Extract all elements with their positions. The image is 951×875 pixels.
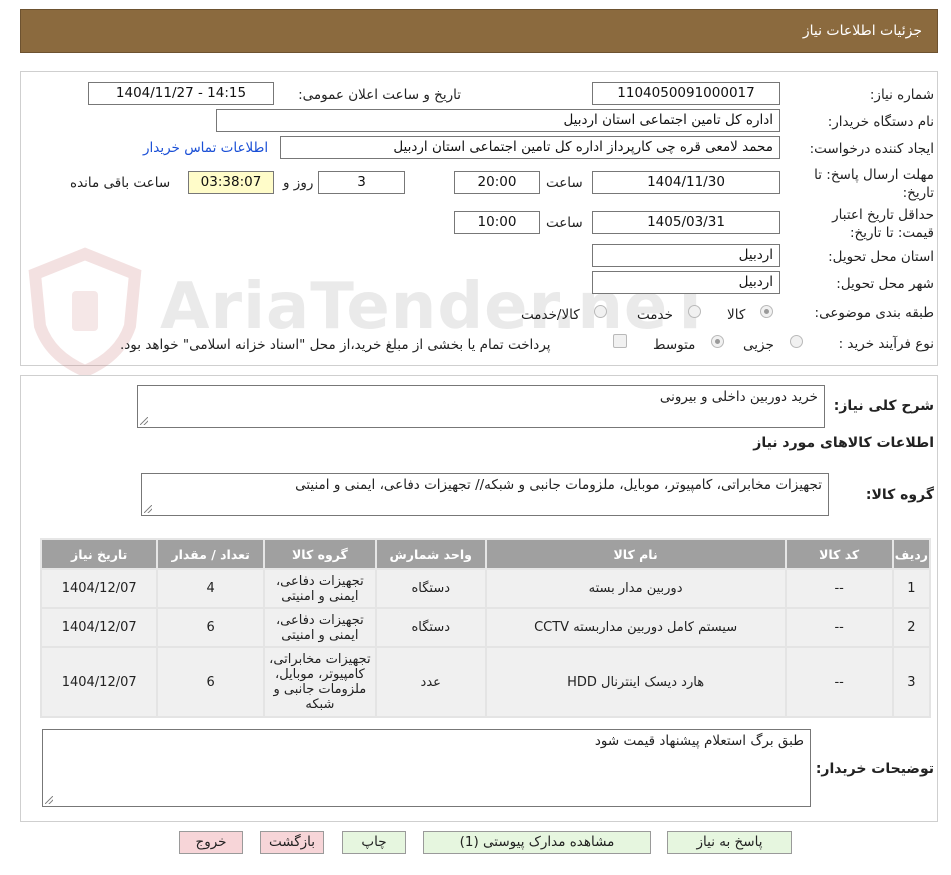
- buyer-label: نام دستگاه خریدار:: [827, 114, 934, 130]
- city-field: اردبیل: [592, 271, 780, 294]
- announce-label: تاریخ و ساعت اعلان عمومی:: [298, 87, 461, 103]
- category-label: طبقه بندی موضوعی:: [814, 305, 934, 321]
- page-title: جزئیات اطلاعات نیاز: [802, 23, 922, 39]
- back-button[interactable]: بازگشت: [260, 831, 324, 854]
- table-header-row: ردیف کد کالا نام کالا واحد شمارش گروه کا…: [39, 538, 932, 570]
- deadline-date-field: 1404/11/30: [592, 171, 780, 194]
- general-desc-label: شرح کلی نیاز:: [833, 398, 934, 414]
- row-name: دوربین مدار بسته: [484, 568, 787, 609]
- general-desc-text: خرید دوربین داخلی و بیرونی: [659, 389, 818, 405]
- announce-field: 1404/11/27 - 14:15: [88, 82, 274, 105]
- col-qty: تعداد / مقدار: [156, 538, 265, 570]
- row-index: 2: [891, 607, 932, 648]
- validity-label-text: حداقل تاریخ اعتبار قیمت: تا تاریخ:: [832, 207, 934, 241]
- row-unit: دستگاه: [374, 607, 487, 648]
- row-index: 3: [891, 646, 932, 718]
- col-name: نام کالا: [484, 538, 787, 570]
- items-table: ردیف کد کالا نام کالا واحد شمارش گروه کا…: [39, 538, 932, 718]
- col-unit: واحد شمارش: [374, 538, 487, 570]
- row-code: --: [784, 646, 894, 718]
- payment-note: پرداخت تمام یا بخشی از مبلغ خرید،از محل …: [120, 337, 551, 353]
- days-label: روز و: [283, 175, 314, 191]
- goods-group-text: تجهیزات مخابراتی، کامپیوتر، موبایل، ملزو…: [295, 477, 822, 493]
- watermark-shield-icon: [28, 247, 142, 376]
- row-date: 1404/12/07: [39, 607, 159, 648]
- validity-label: حداقل تاریخ اعتبار قیمت: تا تاریخ:: [804, 206, 934, 242]
- remaining-time-field: 03:38:07: [188, 171, 274, 194]
- row-name: هارد دیسک اینترنال HDD: [484, 646, 787, 718]
- buyer-notes-text: طبق برگ استعلام پیشنهاد قیمت شود: [594, 733, 804, 749]
- creator-label: ایجاد کننده درخواست:: [809, 141, 934, 157]
- resize-grip-icon[interactable]: [144, 505, 152, 513]
- days-field: 3: [318, 171, 405, 194]
- table-row[interactable]: 3 -- هارد دیسک اینترنال HDD عدد تجهیزات …: [39, 646, 932, 718]
- province-field: اردبیل: [592, 244, 780, 267]
- row-index: 1: [891, 568, 932, 609]
- city-label: شهر محل تحویل:: [836, 276, 934, 292]
- validity-time-field: 10:00: [454, 211, 540, 234]
- process-option-minor: جزیی: [743, 337, 774, 353]
- deadline-time-field: 20:00: [454, 171, 540, 194]
- col-date: تاریخ نیاز: [39, 538, 159, 570]
- resize-grip-icon[interactable]: [45, 796, 53, 804]
- validity-date-field: 1405/03/31: [592, 211, 780, 234]
- row-group: تجهیزات دفاعی، ایمنی و امنیتی: [262, 607, 377, 648]
- reply-button[interactable]: پاسخ به نیاز: [667, 831, 792, 854]
- col-index: ردیف: [891, 538, 932, 570]
- row-name: سیستم کامل دوربین مداربسته CCTV: [484, 607, 787, 648]
- process-radio-minor[interactable]: [790, 335, 803, 348]
- table-row[interactable]: 2 -- سیستم کامل دوربین مداربسته CCTV دست…: [39, 607, 932, 648]
- remaining-label: ساعت باقی مانده: [70, 175, 171, 191]
- attachments-button[interactable]: مشاهده مدارک پیوستی (1): [423, 831, 651, 854]
- table-row[interactable]: 1 -- دوربین مدار بسته دستگاه تجهیزات دفا…: [39, 568, 932, 609]
- creator-field: محمد لامعی قره چی کارپرداز اداره کل تامی…: [280, 136, 780, 159]
- row-group: تجهیزات مخابراتی، کامپیوتر، موبایل، ملزو…: [262, 646, 377, 718]
- row-unit: دستگاه: [374, 568, 487, 609]
- row-qty: 6: [156, 646, 265, 718]
- row-unit: عدد: [374, 646, 487, 718]
- resize-grip-icon[interactable]: [140, 417, 148, 425]
- print-button[interactable]: چاپ: [342, 831, 406, 854]
- row-date: 1404/12/07: [39, 568, 159, 609]
- row-qty: 6: [156, 607, 265, 648]
- category-radio-service[interactable]: [688, 305, 701, 318]
- buyer-notes-label: توضیحات خریدار:: [815, 761, 934, 777]
- province-label: استان محل تحویل:: [828, 249, 934, 265]
- row-code: --: [784, 568, 894, 609]
- deadline-label-text: مهلت ارسال پاسخ: تا تاریخ:: [814, 167, 934, 201]
- need-number-label: شماره نیاز:: [869, 87, 934, 103]
- page-header: جزئیات اطلاعات نیاز: [20, 9, 938, 53]
- goods-info-title: اطلاعات کالاهای مورد نیاز: [753, 435, 934, 451]
- category-option-service: خدمت: [637, 307, 673, 323]
- category-option-goods: کالا: [727, 307, 746, 323]
- buyer-field: اداره کل تامین اجتماعی استان اردبیل: [216, 109, 780, 132]
- row-date: 1404/12/07: [39, 646, 159, 718]
- deadline-time-label: ساعت: [546, 175, 583, 191]
- category-option-both: کالا/خدمت: [521, 307, 580, 323]
- col-group: گروه کالا: [262, 538, 377, 570]
- row-qty: 4: [156, 568, 265, 609]
- need-number-field: 1104050091000017: [592, 82, 780, 105]
- contact-buyer-link[interactable]: اطلاعات تماس خریدار: [143, 140, 268, 156]
- deadline-label: مهلت ارسال پاسخ: تا تاریخ:: [804, 166, 934, 202]
- buyer-notes-field: طبق برگ استعلام پیشنهاد قیمت شود: [42, 729, 811, 807]
- process-label: نوع فرآیند خرید :: [838, 336, 934, 352]
- process-radio-medium[interactable]: [711, 335, 724, 348]
- row-group: تجهیزات دفاعی، ایمنی و امنیتی: [262, 568, 377, 609]
- goods-group-field: تجهیزات مخابراتی، کامپیوتر، موبایل، ملزو…: [141, 473, 829, 516]
- exit-button[interactable]: خروج: [179, 831, 243, 854]
- col-code: کد کالا: [784, 538, 894, 570]
- category-radio-both[interactable]: [594, 305, 607, 318]
- goods-group-label: گروه کالا:: [865, 487, 934, 503]
- general-desc-field: خرید دوربین داخلی و بیرونی: [137, 385, 825, 428]
- validity-time-label: ساعت: [546, 215, 583, 231]
- treasury-checkbox[interactable]: [613, 334, 627, 348]
- row-code: --: [784, 607, 894, 648]
- process-option-medium: متوسط: [653, 337, 696, 353]
- category-radio-goods[interactable]: [760, 305, 773, 318]
